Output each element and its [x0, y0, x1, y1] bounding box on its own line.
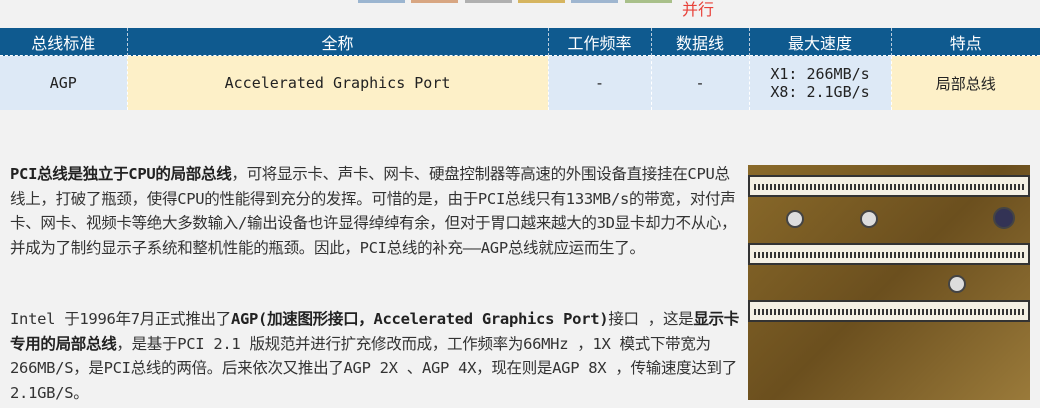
cell-feature: 局部总线 — [890, 55, 1040, 110]
color-tab[interactable] — [571, 0, 618, 3]
color-tab[interactable] — [518, 0, 565, 3]
agp-text: Intel 于1996年7月正式推出了 — [10, 310, 231, 328]
table-header: 总线标准 全称 工作频率 数据线 最大速度 特点 — [0, 28, 1040, 56]
agp-paragraph: Intel 于1996年7月正式推出了AGP(加速图形接口，Accelerate… — [10, 307, 740, 405]
agp-text: 接口 ，这是 — [608, 310, 694, 328]
header-standard: 总线标准 — [0, 28, 127, 56]
header-full-name: 全称 — [126, 28, 548, 56]
header-max-speed: 最大速度 — [748, 28, 891, 56]
agp-text: ，是基于PCI 2.1 版规范并进行扩充修改而成，工作频率为66MHz ，1X … — [10, 334, 737, 402]
speed-x8: X8: 2.1GB/s — [770, 83, 870, 101]
cell-full-name: Accelerated Graphics Port — [126, 55, 548, 110]
pci-slots-image — [748, 165, 1030, 400]
color-tab[interactable] — [625, 0, 672, 3]
cell-standard: AGP — [0, 55, 127, 110]
header-data-lines: 数据线 — [650, 28, 749, 56]
table-row: AGP Accelerated Graphics Port - - X1: 26… — [0, 55, 1040, 110]
color-tab[interactable] — [358, 0, 405, 3]
color-tab[interactable] — [411, 0, 458, 3]
header-feature: 特点 — [890, 28, 1040, 56]
cell-data-lines: - — [650, 55, 749, 110]
color-tab[interactable] — [465, 0, 512, 3]
cell-frequency: - — [547, 55, 651, 110]
pci-paragraph: PCI总线是独立于CPU的局部总线，可将显示卡、声卡、网卡、硬盘控制器等高速的外… — [10, 162, 740, 260]
pci-bold-text: PCI总线是独立于CPU的局部总线 — [10, 165, 232, 183]
parallel-note: 并行 — [682, 0, 715, 19]
agp-bold-text: AGP(加速图形接口，Accelerated Graphics Port) — [230, 310, 609, 328]
header-frequency: 工作频率 — [547, 28, 651, 56]
cell-speed: X1: 266MB/s X8: 2.1GB/s — [748, 55, 891, 110]
speed-x1: X1: 266MB/s — [770, 65, 870, 83]
bus-table: 总线标准 全称 工作频率 数据线 最大速度 特点 AGP Accelerated… — [0, 28, 1040, 110]
